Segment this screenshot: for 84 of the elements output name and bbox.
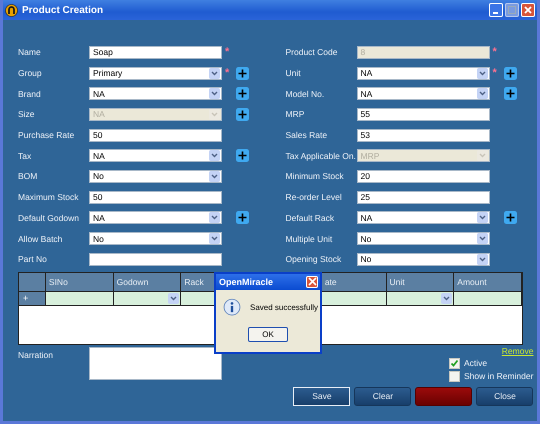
- table-cell[interactable]: [386, 292, 454, 305]
- field-label: Tax Applicable On.: [286, 150, 356, 161]
- field-label: Group: [18, 68, 43, 78]
- column-header: SINo: [46, 272, 114, 291]
- field-label: Opening Stock: [286, 254, 342, 264]
- dropdown-field[interactable]: NA: [89, 87, 222, 100]
- input-field[interactable]: 50: [89, 190, 222, 204]
- close-icon: [524, 6, 532, 14]
- dropdown-field[interactable]: No: [356, 252, 490, 266]
- checkbox-label: Show in Reminder: [464, 371, 534, 382]
- minimize-icon: [492, 12, 498, 14]
- table-cell[interactable]: [46, 292, 114, 305]
- field-label: Part No: [18, 254, 48, 264]
- input-field[interactable]: 25: [356, 190, 490, 204]
- field-label: Default Rack: [286, 212, 336, 223]
- field-label: Unit: [286, 68, 302, 78]
- maximize-icon: [508, 6, 516, 14]
- dropdown-field[interactable]: No: [89, 170, 222, 183]
- narration-field[interactable]: [89, 346, 222, 380]
- app-logo-icon: [5, 4, 18, 16]
- field-label: Multiple Unit: [286, 234, 334, 244]
- column-header: Godown: [114, 272, 182, 291]
- window-title: Product Creation: [22, 4, 104, 16]
- dropdown-field[interactable]: NA: [356, 87, 490, 100]
- field-label: Narration: [18, 348, 54, 360]
- field-label: MRP: [286, 109, 306, 120]
- dropdown-field[interactable]: NA: [356, 66, 490, 80]
- dropdown-field[interactable]: NA: [89, 149, 222, 162]
- required-mark: *: [492, 47, 498, 58]
- dropdown-field[interactable]: NA: [89, 211, 222, 224]
- close-button[interactable]: [306, 276, 318, 288]
- add-button[interactable]: [236, 149, 249, 162]
- add-button[interactable]: [236, 87, 249, 100]
- input-field[interactable]: 20: [356, 170, 490, 183]
- add-button[interactable]: [504, 211, 516, 224]
- field-label: Purchase Rate: [18, 130, 76, 140]
- required-mark: *: [492, 68, 498, 78]
- field-label: Model No.: [286, 88, 326, 99]
- info-icon: [222, 298, 242, 318]
- minimize-button[interactable]: [489, 3, 503, 17]
- table-cell[interactable]: [322, 292, 387, 305]
- add-button[interactable]: [504, 87, 516, 100]
- input-field[interactable]: [89, 252, 222, 266]
- dropdown-field[interactable]: Primary: [89, 66, 222, 80]
- table-cell[interactable]: [454, 292, 522, 305]
- action-button[interactable]: Close: [476, 386, 534, 406]
- column-header: Unit: [386, 272, 454, 291]
- remove-link[interactable]: Remove: [502, 346, 534, 356]
- action-button[interactable]: Save: [293, 386, 350, 406]
- input-field[interactable]: 50: [89, 128, 222, 142]
- field-label: Re-order Level: [286, 192, 343, 202]
- required-mark: *: [224, 68, 230, 78]
- action-button[interactable]: Clear: [354, 386, 412, 406]
- field-label: Tax: [18, 150, 32, 161]
- field-label: Name: [18, 47, 42, 58]
- field-label: Product Code: [286, 47, 338, 58]
- dropdown-field[interactable]: No: [356, 232, 490, 246]
- row-header: +: [19, 292, 46, 305]
- close-button[interactable]: [521, 3, 535, 17]
- dropdown-field[interactable]: NA: [356, 211, 490, 224]
- field-label: Sales Rate: [286, 130, 328, 140]
- field-label: Size: [18, 109, 36, 120]
- field-label: Default Godown: [18, 212, 80, 223]
- table-cell[interactable]: [114, 292, 182, 305]
- add-button[interactable]: [504, 66, 516, 80]
- add-button[interactable]: [236, 211, 249, 224]
- dropdown-field[interactable]: No: [89, 232, 222, 246]
- dialog-message: Saved successfully: [250, 303, 318, 312]
- field-label: Brand: [18, 88, 42, 99]
- column-header: Amount: [454, 272, 522, 291]
- field-label: Maximum Stock: [18, 192, 80, 202]
- input-field[interactable]: 53: [356, 128, 490, 142]
- input-field[interactable]: 55: [356, 108, 490, 121]
- checkbox[interactable]: [449, 370, 460, 382]
- field-label: BOM: [18, 171, 38, 182]
- checkbox[interactable]: [449, 358, 460, 369]
- close-icon: [308, 277, 316, 286]
- add-button[interactable]: [236, 66, 249, 80]
- ok-button[interactable]: OK: [248, 326, 288, 342]
- checkbox-label: Active: [464, 358, 488, 368]
- required-mark: *: [224, 47, 230, 58]
- input-field[interactable]: Soap: [89, 46, 222, 59]
- field-label: Allow Batch: [18, 234, 64, 244]
- field-label: Minimum Stock: [286, 171, 345, 182]
